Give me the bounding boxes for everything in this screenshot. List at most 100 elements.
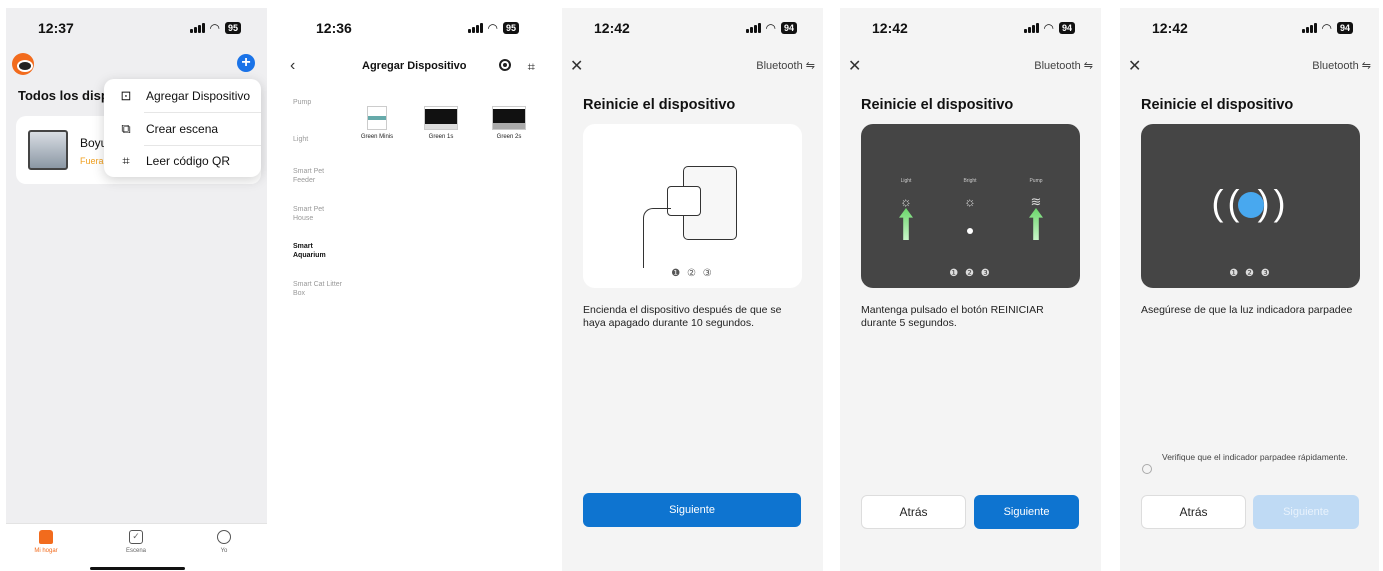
device-panel-illustration: Light Bright Pump ☼ ☼ ≋ ❶ ❷ ❸ [861, 124, 1080, 288]
create-scene-icon: ⧉ [121, 121, 131, 136]
step-indicator: ❶ ② ③ [671, 268, 714, 279]
product-green-1s[interactable]: Green 1s [416, 106, 466, 140]
signal-icon [467, 23, 483, 33]
battery-icon: 94 [780, 22, 797, 34]
add-device-screen: 12:36 ◠ 95 ‹ Agregar Dispositivo ⌗ Pump … [284, 8, 545, 571]
signal-icon [1023, 23, 1039, 33]
tab-label: Mi hogar [34, 548, 58, 554]
brightness-icon: ☼ [964, 194, 976, 209]
page-title: Reinicie el dispositivo [861, 97, 1014, 113]
tab-bar: Mi hogar ✓ Escena Yo [6, 523, 267, 571]
signal-icon [1301, 23, 1317, 33]
qr-scan-icon: ⌗ [122, 153, 130, 168]
add-device-icon: ⊡ [120, 88, 132, 103]
category-pet-feeder[interactable]: Smart Pet Feeder [293, 167, 343, 185]
product-green-2s[interactable]: Green 2s [484, 106, 534, 140]
menu-item-scan-qr[interactable]: ⌗ Leer código QR [104, 145, 261, 177]
battery-icon: 94 [1058, 22, 1075, 34]
next-button[interactable]: Siguiente [974, 495, 1079, 529]
instruction-text: Mantenga pulsado el botón REINICIAR dura… [861, 304, 1044, 329]
scene-icon: ✓ [129, 530, 143, 544]
product-label: Green 2s [496, 134, 522, 140]
back-icon[interactable]: ‹ [290, 57, 295, 75]
pump-label: Pump [1029, 178, 1043, 184]
product-label: Green Minis [360, 134, 394, 140]
product-green-minis[interactable]: Green Minis [352, 106, 402, 140]
close-icon[interactable]: ✕ [1128, 56, 1141, 76]
wifi-icon: ◠ [1321, 21, 1332, 35]
indicator-dot [967, 228, 973, 234]
qr-scan-icon[interactable]: ⌗ [528, 59, 535, 75]
page-title: Reinicie el dispositivo [1141, 97, 1294, 113]
next-button[interactable]: Siguiente [1253, 495, 1359, 529]
status-time: 12:36 [316, 20, 352, 36]
auto-scan-icon[interactable] [499, 59, 511, 71]
battery-icon: 95 [502, 22, 519, 34]
back-button[interactable]: Atrás [1141, 495, 1246, 529]
page-title: Agregar Dispositivo [362, 60, 467, 72]
battery-icon: 95 [224, 22, 241, 34]
product-image [367, 106, 387, 130]
close-icon[interactable]: ✕ [570, 56, 583, 76]
instruction-text: Asegúrese de que la luz indicadora parpa… [1141, 304, 1353, 316]
category-cat-litter[interactable]: Smart Cat Litter Box [293, 280, 343, 298]
reset-step-2: 12:42 ◠ 94 ✕ Bluetooth ⇋ Reinicie el dis… [840, 8, 1101, 571]
close-icon[interactable]: ✕ [848, 56, 861, 76]
tab-scene[interactable]: ✓ Escena [106, 530, 166, 554]
page-title: Reinicie el dispositivo [583, 97, 736, 113]
status-time: 12:42 [1152, 20, 1188, 36]
add-menu: ⊡ Agregar Dispositivo ⧉ Crear escena ⌗ L… [104, 79, 261, 177]
menu-item-label: Leer código QR [146, 154, 231, 168]
avatar[interactable] [12, 53, 34, 75]
category-aquarium[interactable]: Smart Aquarium [293, 242, 343, 260]
home-indicator [90, 567, 185, 570]
product-label: Green 1s [428, 134, 454, 140]
signal-icon [745, 23, 761, 33]
status-time: 12:37 [38, 20, 74, 36]
instruction-text: Encienda el dispositivo después de que s… [583, 304, 782, 329]
status-bar: 12:36 ◠ 95 [284, 20, 545, 40]
aquarium-image [28, 130, 68, 170]
wifi-icon: ◠ [487, 21, 498, 35]
menu-item-label: Crear escena [146, 122, 219, 136]
home-icon [39, 530, 53, 544]
product-image [492, 106, 526, 130]
add-button[interactable]: + [237, 54, 255, 72]
press-arrow-icon [899, 208, 913, 240]
power-cable [643, 208, 671, 268]
bright-label: Bright [963, 178, 977, 184]
status-bar: 12:42 ◠ 94 [562, 20, 823, 40]
status-time: 12:42 [872, 20, 908, 36]
blinking-led-illustration: (( )) ❶ ❷ ❸ [1141, 124, 1360, 288]
confirm-label[interactable]: Verifique que el indicador parpadee rápi… [1162, 452, 1352, 463]
nav-bar: ‹ Agregar Dispositivo ⌗ [284, 57, 545, 78]
pump-icon: ≋ [1030, 194, 1042, 209]
blue-led-icon [1238, 192, 1264, 218]
status-bar: 12:42 ◠ 94 [840, 20, 1101, 40]
next-button[interactable]: Siguiente [583, 493, 801, 527]
category-pump[interactable]: Pump [293, 98, 311, 107]
step-indicator: ❶ ❷ ❸ [1229, 268, 1272, 279]
light-label: Light [900, 178, 912, 184]
tab-label: Escena [125, 548, 146, 554]
step-indicator: ❶ ❷ ❸ [949, 268, 992, 279]
back-button[interactable]: Atrás [861, 495, 966, 529]
menu-item-add-device[interactable]: ⊡ Agregar Dispositivo [104, 80, 261, 112]
press-arrow-icon [1029, 208, 1043, 240]
confirm-radio[interactable] [1142, 464, 1152, 474]
category-light[interactable]: Light [293, 135, 308, 144]
tab-label: Yo [220, 548, 228, 554]
light-icon: ☼ [900, 194, 912, 209]
home-screen: 12:37 ◠ 95 + Todos los dispos Boyu A Fue… [6, 8, 267, 571]
tab-home[interactable]: Mi hogar [16, 530, 76, 554]
status-time: 12:42 [594, 20, 630, 36]
tab-me[interactable]: Yo [194, 530, 254, 554]
menu-item-create-scene[interactable]: ⧉ Crear escena [104, 113, 261, 145]
bluetooth-toggle[interactable]: Bluetooth ⇋ [756, 59, 815, 72]
signal-icon [189, 23, 205, 33]
status-bar: 12:37 ◠ 95 [6, 20, 267, 40]
bluetooth-toggle[interactable]: Bluetooth ⇋ [1312, 59, 1371, 72]
bluetooth-toggle[interactable]: Bluetooth ⇋ [1034, 59, 1093, 72]
wifi-icon: ◠ [765, 21, 776, 35]
category-pet-house[interactable]: Smart Pet House [293, 205, 343, 223]
